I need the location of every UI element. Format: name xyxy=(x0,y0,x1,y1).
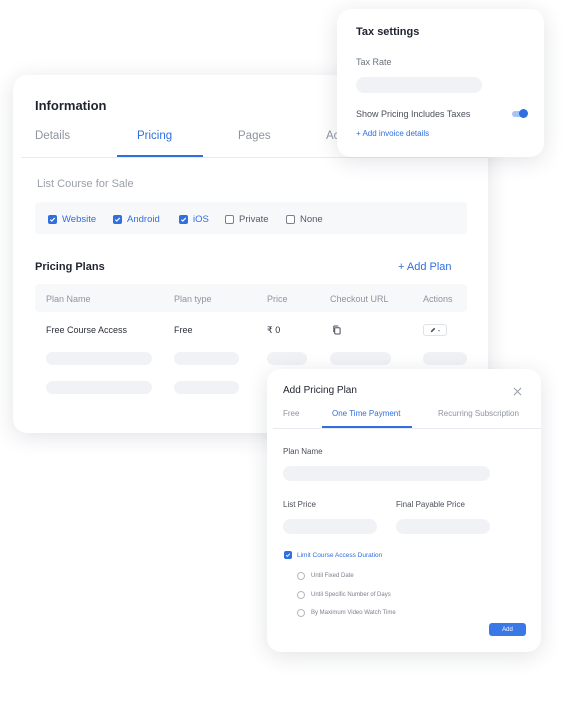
tab-one-time-payment[interactable]: One Time Payment xyxy=(332,409,400,418)
checkbox-label: Website xyxy=(62,214,97,225)
limit-access-checkbox[interactable]: Limit Course Access Duration xyxy=(284,551,382,559)
radio-label: Until Fixed Date xyxy=(311,573,354,579)
radio-circle-icon xyxy=(297,591,305,599)
plan-name-input[interactable] xyxy=(283,466,490,481)
close-icon[interactable] xyxy=(513,383,523,396)
column-header-price: Price xyxy=(267,294,288,304)
radio-label: By Maximum Video Watch Time xyxy=(311,610,396,616)
add-invoice-details-link[interactable]: + Add invoice details xyxy=(356,129,429,138)
pricing-includes-taxes-toggle[interactable] xyxy=(512,109,528,118)
checkbox-checked-icon xyxy=(113,215,122,224)
table-header xyxy=(35,284,467,312)
checkbox-checked-icon xyxy=(48,215,57,224)
copy-icon[interactable] xyxy=(331,324,341,335)
radio-until-fixed-date[interactable]: Until Fixed Date xyxy=(297,572,354,580)
pricing-plans-title: Pricing Plans xyxy=(35,261,105,273)
pricing-includes-taxes-label: Show Pricing Includes Taxes xyxy=(356,109,471,119)
checkbox-label: Private xyxy=(239,214,269,225)
column-header-checkout-url: Checkout URL xyxy=(330,294,389,304)
tab-recurring-subscription[interactable]: Recurring Subscription xyxy=(438,409,519,418)
checkbox-android[interactable]: Android xyxy=(113,214,160,225)
dialog-title: Add Pricing Plan xyxy=(283,385,357,396)
add-plan-button[interactable]: + Add Plan xyxy=(398,261,452,273)
checkbox-label: None xyxy=(300,214,323,225)
list-price-input[interactable] xyxy=(283,519,377,534)
cell-plan-type: Free xyxy=(174,325,193,335)
checkbox-label: iOS xyxy=(193,214,209,225)
skeleton-row xyxy=(267,352,307,365)
tabs-divider xyxy=(21,157,488,158)
row-action-menu[interactable]: - xyxy=(423,324,447,336)
cell-price: ₹ 0 xyxy=(267,325,281,335)
pencil-icon xyxy=(430,327,435,333)
cell-plan-name: Free Course Access xyxy=(46,325,128,335)
skeleton-row xyxy=(46,381,152,394)
toggle-knob xyxy=(519,109,528,118)
checkbox-none[interactable]: None xyxy=(286,214,323,225)
checkbox-private[interactable]: Private xyxy=(225,214,269,225)
tabs-divider xyxy=(273,428,541,429)
skeleton-row xyxy=(174,352,239,365)
list-price-label: List Price xyxy=(283,500,316,509)
checkbox-label: Android xyxy=(127,214,160,225)
tax-settings-card: Tax settings Tax Rate Show Pricing Inclu… xyxy=(337,9,544,157)
checkbox-unchecked-icon xyxy=(286,215,295,224)
add-button[interactable]: Add xyxy=(489,623,526,636)
active-tab-indicator xyxy=(117,155,203,157)
column-header-actions: Actions xyxy=(423,294,453,304)
checkbox-unchecked-icon xyxy=(225,215,234,224)
skeleton-row xyxy=(330,352,391,365)
final-payable-price-label: Final Payable Price xyxy=(396,500,465,509)
checkbox-checked-icon xyxy=(284,551,292,559)
radio-max-video-watch-time[interactable]: By Maximum Video Watch Time xyxy=(297,609,396,617)
active-tab-indicator xyxy=(322,426,412,428)
tab-pages[interactable]: Pages xyxy=(238,130,271,142)
final-payable-price-input[interactable] xyxy=(396,519,490,534)
checkbox-checked-icon xyxy=(179,215,188,224)
tax-rate-input[interactable] xyxy=(356,77,482,93)
radio-circle-icon xyxy=(297,609,305,617)
list-course-label: List Course for Sale xyxy=(37,178,134,190)
skeleton-row xyxy=(423,352,467,365)
radio-specific-number-of-days[interactable]: Until Specific Number of Days xyxy=(297,591,391,599)
card-title: Information xyxy=(35,98,107,113)
checkbox-website[interactable]: Website xyxy=(48,214,96,225)
skeleton-row xyxy=(174,381,239,394)
radio-circle-icon xyxy=(297,572,305,580)
tab-details[interactable]: Details xyxy=(35,130,70,142)
tab-pricing[interactable]: Pricing xyxy=(137,130,172,142)
plan-name-label: Plan Name xyxy=(283,447,323,456)
skeleton-row xyxy=(46,352,152,365)
tax-settings-title: Tax settings xyxy=(356,26,420,38)
column-header-plan-type: Plan type xyxy=(174,294,212,304)
limit-access-label: Limit Course Access Duration xyxy=(297,551,383,559)
radio-label: Until Specific Number of Days xyxy=(311,592,391,598)
tab-free[interactable]: Free xyxy=(283,409,299,418)
add-pricing-plan-dialog: Add Pricing Plan Free One Time Payment R… xyxy=(267,369,541,652)
checkbox-ios[interactable]: iOS xyxy=(179,214,209,225)
column-header-plan-name: Plan Name xyxy=(46,294,91,304)
action-suffix: - xyxy=(437,325,441,335)
tax-rate-label: Tax Rate xyxy=(356,57,392,67)
